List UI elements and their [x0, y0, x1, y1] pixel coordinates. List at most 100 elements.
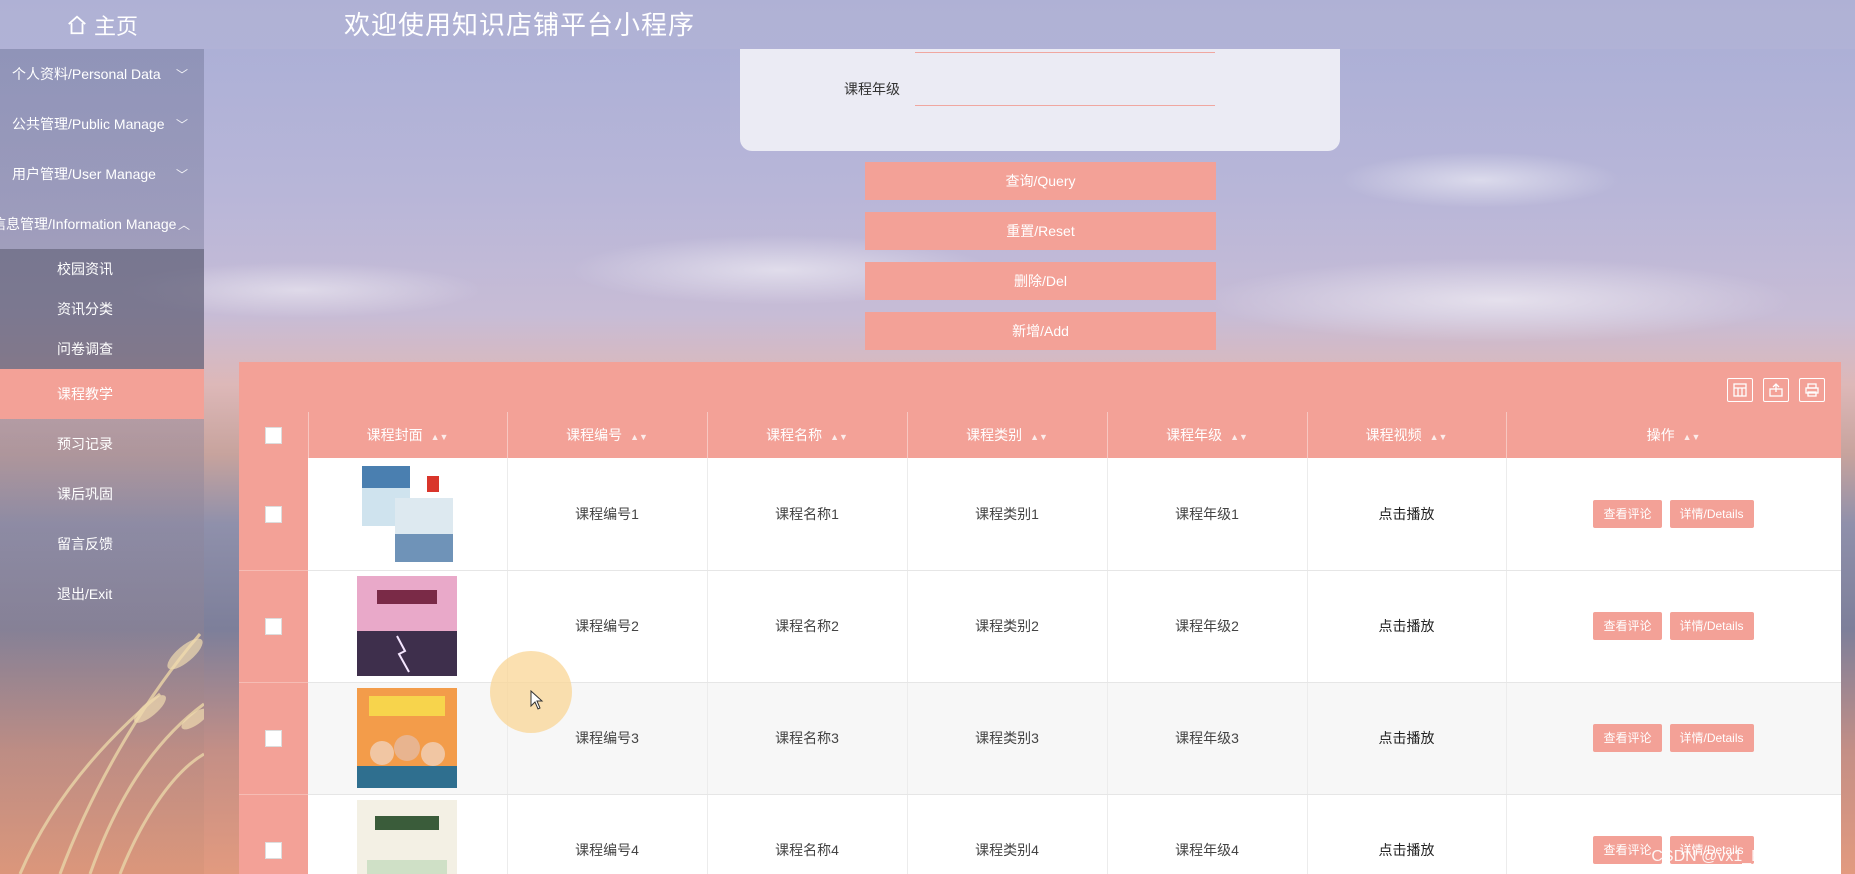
- column-header-label: 操作: [1646, 427, 1675, 443]
- play-video-link[interactable]: 点击播放: [1307, 570, 1507, 683]
- course-category-cell: 课程类别4: [907, 794, 1108, 874]
- play-video-link[interactable]: 点击播放: [1307, 458, 1507, 571]
- sidebar-item-feedback[interactable]: 留言反馈: [0, 519, 204, 569]
- menu-public-manage[interactable]: 公共管理/Public Manage ﹀: [0, 99, 204, 149]
- home-label: 主页: [93, 13, 138, 39]
- menu-information-manage[interactable]: 信息管理/Information Manage ︿: [0, 199, 204, 249]
- app-title: 欢迎使用知识店铺平台小程序: [344, 10, 696, 40]
- course-name-cell: 课程名称4: [707, 794, 908, 874]
- sidebar-item-exit[interactable]: 退出/Exit: [0, 569, 204, 619]
- sort-icon[interactable]: ▲▼: [431, 432, 449, 442]
- chevron-down-icon: ﹀: [175, 117, 188, 132]
- divider: [915, 52, 1215, 53]
- column-header[interactable]: 课程年级 ▲▼: [1107, 412, 1308, 458]
- course-table: 课程封面 ▲▼ 课程编号 ▲▼ 课程名称 ▲▼ 课程类别 ▲▼ 课程年级 ▲▼ 课程视频 ▲…: [239, 362, 1841, 874]
- search-panel: 课程年级: [740, 49, 1340, 151]
- search-label-grade: 课程年级: [844, 81, 900, 97]
- row-checkbox[interactable]: [265, 729, 282, 747]
- course-grade-cell: 课程年级4: [1107, 794, 1308, 874]
- course-code-cell: 课程编号4: [507, 794, 708, 874]
- grade-search-input[interactable]: [915, 69, 1215, 106]
- sort-icon[interactable]: ▲▼: [1683, 432, 1701, 442]
- column-header[interactable]: 课程视频 ▲▼: [1307, 412, 1507, 458]
- cover-cell: [308, 570, 508, 683]
- menu-label: 用户管理/User Manage: [12, 166, 156, 182]
- column-header[interactable]: 课程类别 ▲▼: [907, 412, 1108, 458]
- menu-personal-data[interactable]: 个人资料/Personal Data ﹀: [0, 49, 204, 99]
- column-header[interactable]: 操作 ▲▼: [1506, 412, 1841, 458]
- details-button[interactable]: 详情/Details: [1669, 612, 1754, 640]
- columns-icon[interactable]: [1727, 378, 1753, 402]
- column-header-label: 课程年级: [1166, 427, 1223, 443]
- export-icon[interactable]: [1763, 378, 1789, 402]
- course-category-cell: 课程类别1: [907, 458, 1108, 571]
- table-row: 课程编号3 课程名称3 课程类别3 课程年级3 点击播放 查看评论 详情/Deta…: [239, 682, 1841, 795]
- actions-cell: 查看评论 详情/Details: [1506, 682, 1841, 795]
- home-link[interactable]: 主页: [0, 0, 204, 49]
- select-all-header: [239, 412, 309, 458]
- column-header-label: 课程视频: [1365, 427, 1422, 443]
- column-header-label: 课程编号: [566, 427, 623, 443]
- view-comments-button[interactable]: 查看评论: [1593, 724, 1662, 752]
- sort-icon[interactable]: ▲▼: [1430, 432, 1448, 442]
- view-comments-button[interactable]: 查看评论: [1593, 499, 1662, 528]
- course-grade-cell: 课程年级2: [1107, 570, 1308, 683]
- chevron-down-icon: ﹀: [175, 67, 188, 82]
- table-toolbar: [239, 362, 1841, 412]
- column-header[interactable]: 课程名称 ▲▼: [707, 412, 908, 458]
- delete-button[interactable]: 删除/Del: [865, 262, 1216, 300]
- sidebar-item-campus-news[interactable]: 校园资讯: [0, 249, 204, 289]
- course-cover-image: [357, 576, 458, 676]
- menu-label: 个人资料/Personal Data: [12, 66, 161, 82]
- menu-label: 信息管理/Information Manage: [0, 216, 177, 232]
- menu-user-manage[interactable]: 用户管理/User Manage ﹀: [0, 149, 204, 199]
- chevron-up-icon: ︿: [177, 217, 190, 232]
- row-checkbox[interactable]: [265, 505, 282, 523]
- sidebar-item-news-category[interactable]: 资讯分类: [0, 289, 204, 329]
- submenu: 校园资讯 资讯分类 问卷调查: [0, 249, 204, 369]
- column-header[interactable]: 课程编号 ▲▼: [507, 412, 708, 458]
- course-code-cell: 课程编号1: [507, 458, 708, 571]
- cover-cell: [308, 458, 508, 571]
- column-header-label: 课程类别: [966, 427, 1023, 443]
- actions-cell: 查看评论 详情/Details: [1506, 458, 1841, 571]
- chevron-down-icon: ﹀: [175, 167, 188, 182]
- course-cover-image: [357, 800, 458, 874]
- course-grade-cell: 课程年级1: [1107, 458, 1308, 571]
- table-row: 课程编号1 课程名称1 课程类别1 课程年级1 点击播放 查看评论 详情/Deta…: [239, 458, 1841, 571]
- select-all-checkbox[interactable]: [264, 426, 282, 444]
- row-select-cell: [239, 570, 308, 683]
- print-icon[interactable]: [1799, 378, 1825, 402]
- course-cover-image: [362, 465, 454, 562]
- play-video-link[interactable]: 点击播放: [1307, 794, 1507, 874]
- sidebar-item-review[interactable]: 课后巩固: [0, 469, 204, 519]
- watermark: CSDN @vx1_Biye_Design: [1651, 848, 1841, 865]
- play-video-link[interactable]: 点击播放: [1307, 682, 1507, 795]
- course-category-cell: 课程类别2: [907, 570, 1108, 683]
- sidebar-item-survey[interactable]: 问卷调查: [0, 329, 204, 369]
- cover-cell: [308, 794, 508, 874]
- add-button[interactable]: 新增/Add: [865, 312, 1216, 350]
- row-select-cell: [239, 458, 308, 571]
- column-header[interactable]: 课程封面 ▲▼: [308, 412, 508, 458]
- sort-icon[interactable]: ▲▼: [1030, 432, 1048, 442]
- row-checkbox[interactable]: [265, 841, 282, 859]
- sort-icon[interactable]: ▲▼: [1230, 432, 1248, 442]
- top-bar: 主页 欢迎使用知识店铺平台小程序: [0, 0, 1855, 49]
- menu-label: 公共管理/Public Manage: [12, 116, 165, 132]
- view-comments-button[interactable]: 查看评论: [1593, 612, 1662, 640]
- sort-icon[interactable]: ▲▼: [630, 432, 648, 442]
- details-button[interactable]: 详情/Details: [1669, 724, 1754, 752]
- sort-icon[interactable]: ▲▼: [830, 432, 848, 442]
- sidebar-item-preview-record[interactable]: 预习记录: [0, 419, 204, 469]
- details-button[interactable]: 详情/Details: [1669, 499, 1754, 528]
- row-checkbox[interactable]: [265, 617, 282, 635]
- reset-button[interactable]: 重置/Reset: [865, 212, 1216, 250]
- column-header-label: 课程封面: [366, 427, 423, 443]
- table-row: 课程编号4 课程名称4 课程类别4 课程年级4 点击播放 查看评论 详情/Deta…: [239, 794, 1841, 874]
- table-header-row: 课程封面 ▲▼ 课程编号 ▲▼ 课程名称 ▲▼ 课程类别 ▲▼ 课程年级 ▲▼ 课程视频 ▲…: [239, 412, 1841, 458]
- query-button[interactable]: 查询/Query: [865, 162, 1216, 200]
- column-header-label: 课程名称: [766, 427, 823, 443]
- sidebar-item-course-teaching[interactable]: 课程教学: [0, 369, 204, 419]
- course-name-cell: 课程名称1: [707, 458, 908, 571]
